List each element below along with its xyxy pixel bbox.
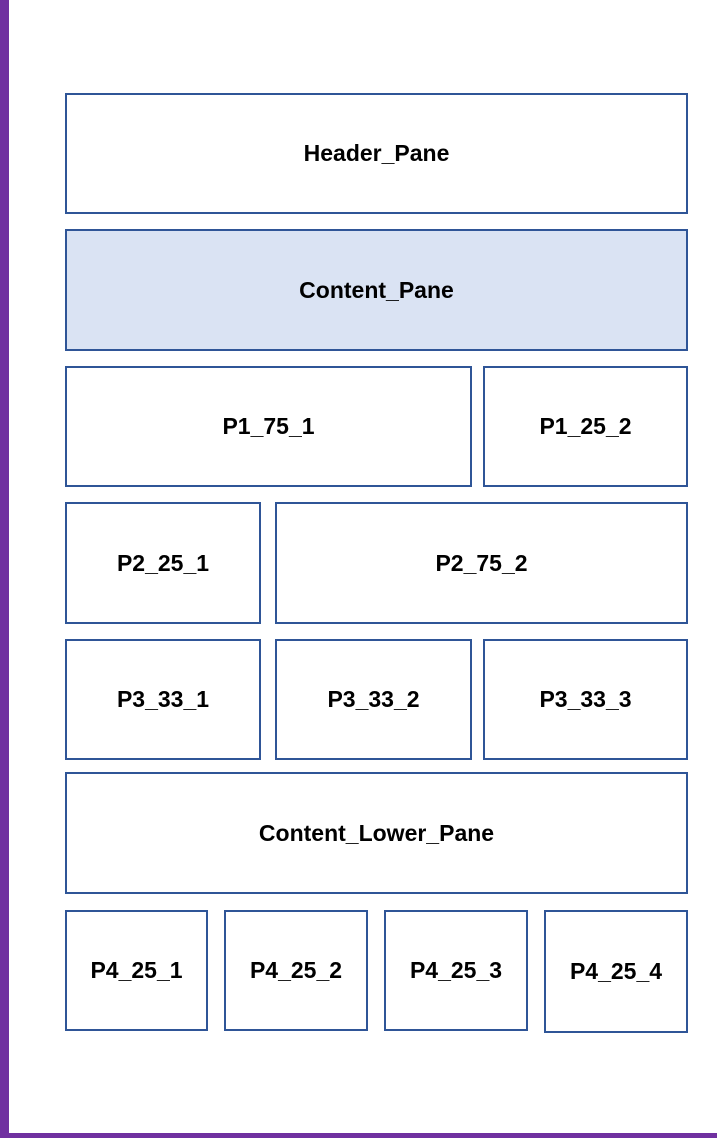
pane-p3-33-1-label: P3_33_1: [116, 686, 210, 712]
pane-p4-25-2-label: P4_25_2: [249, 957, 343, 983]
header-pane-label: Header_Pane: [303, 140, 450, 166]
content-lower-pane-label: Content_Lower_Pane: [258, 819, 495, 846]
content-pane: Content_Pane: [65, 229, 688, 351]
pane-p2-25-1-label: P2_25_1: [116, 549, 210, 576]
pane-p3-33-2: P3_33_2: [275, 639, 472, 760]
pane-p4-25-4: P4_25_4: [544, 910, 688, 1033]
pane-p3-33-3: P3_33_3: [483, 639, 688, 760]
pane-p4-25-2: P4_25_2: [224, 910, 368, 1031]
pane-p4-25-1-label: P4_25_1: [90, 957, 183, 983]
pane-p1-25-2: P1_25_2: [483, 366, 688, 487]
pane-p4-25-1: P4_25_1: [65, 910, 208, 1031]
pane-p1-75-1: P1_75_1: [65, 366, 472, 487]
pane-p2-75-2-label: P2_75_2: [435, 549, 528, 576]
pane-p2-25-1: P2_25_1: [65, 502, 261, 624]
pane-p1-25-2-label: P1_25_2: [539, 413, 632, 439]
pane-p3-33-2-label: P3_33_2: [327, 686, 420, 712]
content-lower-pane: Content_Lower_Pane: [65, 772, 688, 894]
pane-p3-33-3-label: P3_33_3: [539, 686, 632, 712]
pane-p4-25-3-label: P4_25_3: [409, 957, 503, 983]
content-pane-label: Content_Pane: [299, 276, 454, 303]
pane-p4-25-3: P4_25_3: [384, 910, 528, 1031]
pane-p2-75-2: P2_75_2: [275, 502, 688, 624]
header-pane: Header_Pane: [65, 93, 688, 214]
layout-frame: Header_Pane Content_Pane P1_75_1 P1_25_2…: [0, 0, 717, 1138]
pane-p3-33-1: P3_33_1: [65, 639, 261, 760]
pane-p4-25-4-label: P4_25_4: [569, 958, 663, 984]
pane-p1-75-1-label: P1_75_1: [222, 413, 315, 439]
